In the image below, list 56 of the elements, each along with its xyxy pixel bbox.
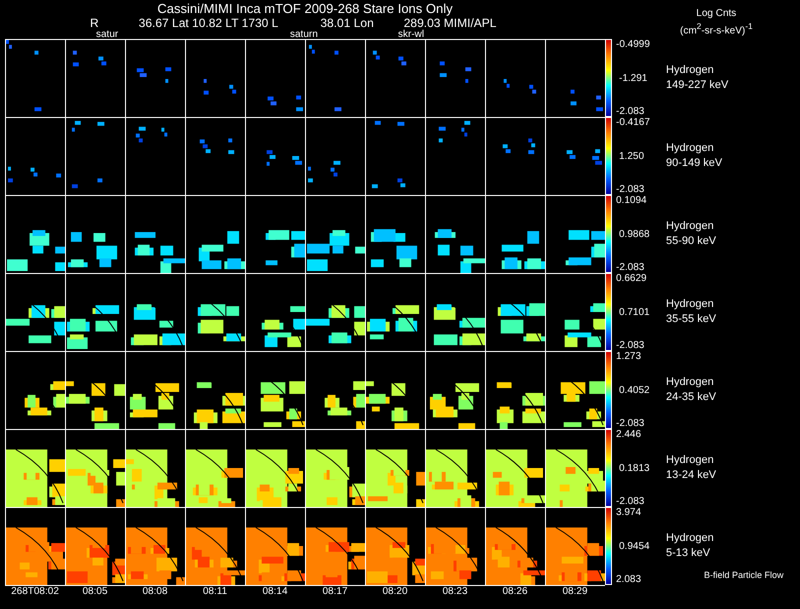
time-label: 08:08 [141, 586, 169, 597]
scale-max: 3.974 [616, 507, 642, 518]
scale-min: -2.083 [616, 262, 646, 273]
time-label: 08:14 [261, 586, 289, 597]
scale-mid: 1.250 [618, 150, 646, 162]
target-label: skr-wl [398, 30, 424, 40]
species-label: Hydrogen [666, 219, 715, 234]
scale-mid: 0.7101 [618, 306, 651, 318]
energy-label: 24-35 keV [666, 390, 716, 405]
scale-mid: 0.9868 [618, 228, 651, 240]
energy-label: 5-13 keV [666, 546, 712, 561]
energy-label: 90-149 keV [666, 156, 722, 171]
scale-max: 0.1094 [616, 195, 648, 206]
scale-min: -2.083 [616, 418, 646, 429]
target-label: saturn [290, 30, 318, 40]
energy-label: 35-55 keV [666, 312, 716, 327]
species-label: Hydrogen [666, 375, 715, 390]
time-label: 08:11 [202, 586, 228, 597]
position-text: 289.03 MIMI/APL [404, 16, 496, 30]
scale-max: 2.446 [616, 429, 642, 440]
position-text: 36.67 Lat 10.82 LT 1730 L [138, 16, 278, 30]
target-label: satur [96, 30, 118, 40]
species-label: Hydrogen [666, 453, 715, 468]
time-label: 08:23 [441, 586, 469, 597]
scale-max: 1.273 [616, 351, 642, 362]
species-label: Hydrogen [666, 63, 715, 78]
time-label: 268T08:02 [10, 586, 60, 597]
scale-max: -0.4167 [616, 117, 651, 128]
scale-mid: 0.9454 [618, 540, 651, 552]
species-label: Hydrogen [666, 141, 715, 156]
time-label: 08:26 [501, 586, 529, 597]
scale-min: 2.083 [616, 574, 642, 585]
legend-note: B-field Particle Flow [704, 570, 784, 581]
time-label: 08:20 [381, 586, 409, 597]
energy-label: 13-24 keV [666, 468, 716, 483]
scale-max: 0.6629 [616, 273, 648, 284]
scale-min: -2.083 [616, 184, 646, 195]
energy-label: 55-90 keV [666, 234, 716, 249]
scale-min: -2.083 [616, 496, 646, 507]
scale-mid: 0.1813 [618, 462, 651, 474]
scale-mid: -1.291 [618, 72, 648, 84]
scale-mid: 0.4052 [618, 384, 651, 396]
scale-min: -2.083 [616, 340, 646, 351]
plot-title: Cassini/MIMI Inca mTOF 2009-268 Stare Ions Only [156, 0, 454, 16]
time-label: 08:05 [81, 586, 109, 597]
time-label: 08:29 [561, 586, 589, 597]
energy-label: 149-227 keV [666, 78, 728, 93]
time-label: 08:17 [321, 586, 349, 597]
units-text: (cm$^{2}$-sr-s-keV)$^{-1}$ [680, 21, 753, 36]
species-label: Hydrogen [666, 531, 714, 546]
species-label: Hydrogen [666, 297, 715, 312]
position-text: R [90, 16, 99, 30]
scale-max: -0.4999 [616, 39, 651, 50]
scale-min: -2.083 [616, 106, 646, 117]
units-title: Log Cnts [696, 8, 736, 19]
position-text: 38.01 Lon [320, 16, 374, 30]
